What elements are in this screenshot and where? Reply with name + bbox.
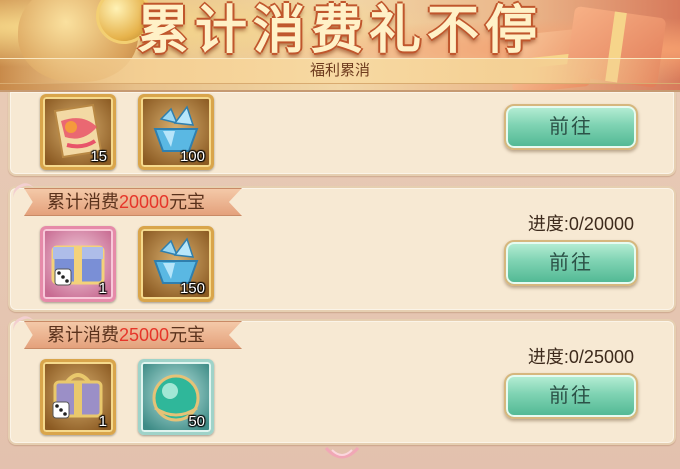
- banner-title: 累计消费礼不停: [136, 0, 543, 61]
- reward-tier: 累计消费25000元宝 1 50 进度:0/25000 前往: [8, 313, 676, 445]
- progress-text: 进度:0/20000: [527, 214, 634, 234]
- item-quantity: 1: [98, 280, 107, 297]
- reward-item[interactable]: 1: [40, 226, 116, 302]
- go-button[interactable]: 前往: [504, 104, 638, 150]
- go-button[interactable]: 前往: [504, 240, 638, 286]
- reward-item[interactable]: 50: [138, 359, 214, 435]
- banner-subtitle: 福利累消: [309, 62, 370, 79]
- reward-item[interactable]: 1: [40, 359, 116, 435]
- event-banner: 累计消费礼不停 福利累消: [0, 0, 680, 92]
- tier-amount: 20000: [119, 192, 170, 212]
- scroll-down-icon[interactable]: [322, 444, 362, 468]
- progress-text: 进度:0/25000: [527, 347, 634, 367]
- tier-label-suffix: 元宝: [169, 325, 206, 345]
- tier-amount: 25000: [119, 325, 170, 345]
- reward-item[interactable]: 15: [40, 94, 116, 170]
- reward-tier: 累计消费20000元宝 1 150 进度:0/20000 前往: [8, 180, 676, 312]
- tier-ribbon: 累计消费25000元宝: [24, 321, 242, 349]
- reward-item[interactable]: 150: [138, 226, 214, 302]
- go-button[interactable]: 前往: [504, 373, 638, 419]
- item-quantity: 1: [98, 413, 107, 430]
- reward-item[interactable]: 100: [138, 94, 214, 170]
- item-quantity: 15: [90, 148, 107, 165]
- tier-label-suffix: 元宝: [169, 192, 206, 212]
- tier-ribbon: 累计消费20000元宝: [24, 188, 242, 216]
- item-quantity: 100: [179, 148, 205, 165]
- tier-label-prefix: 累计消费: [47, 192, 119, 212]
- item-quantity: 50: [188, 413, 205, 430]
- item-quantity: 150: [179, 280, 205, 297]
- reward-tier: 15 100 前往: [8, 92, 676, 176]
- tier-label-prefix: 累计消费: [47, 325, 119, 345]
